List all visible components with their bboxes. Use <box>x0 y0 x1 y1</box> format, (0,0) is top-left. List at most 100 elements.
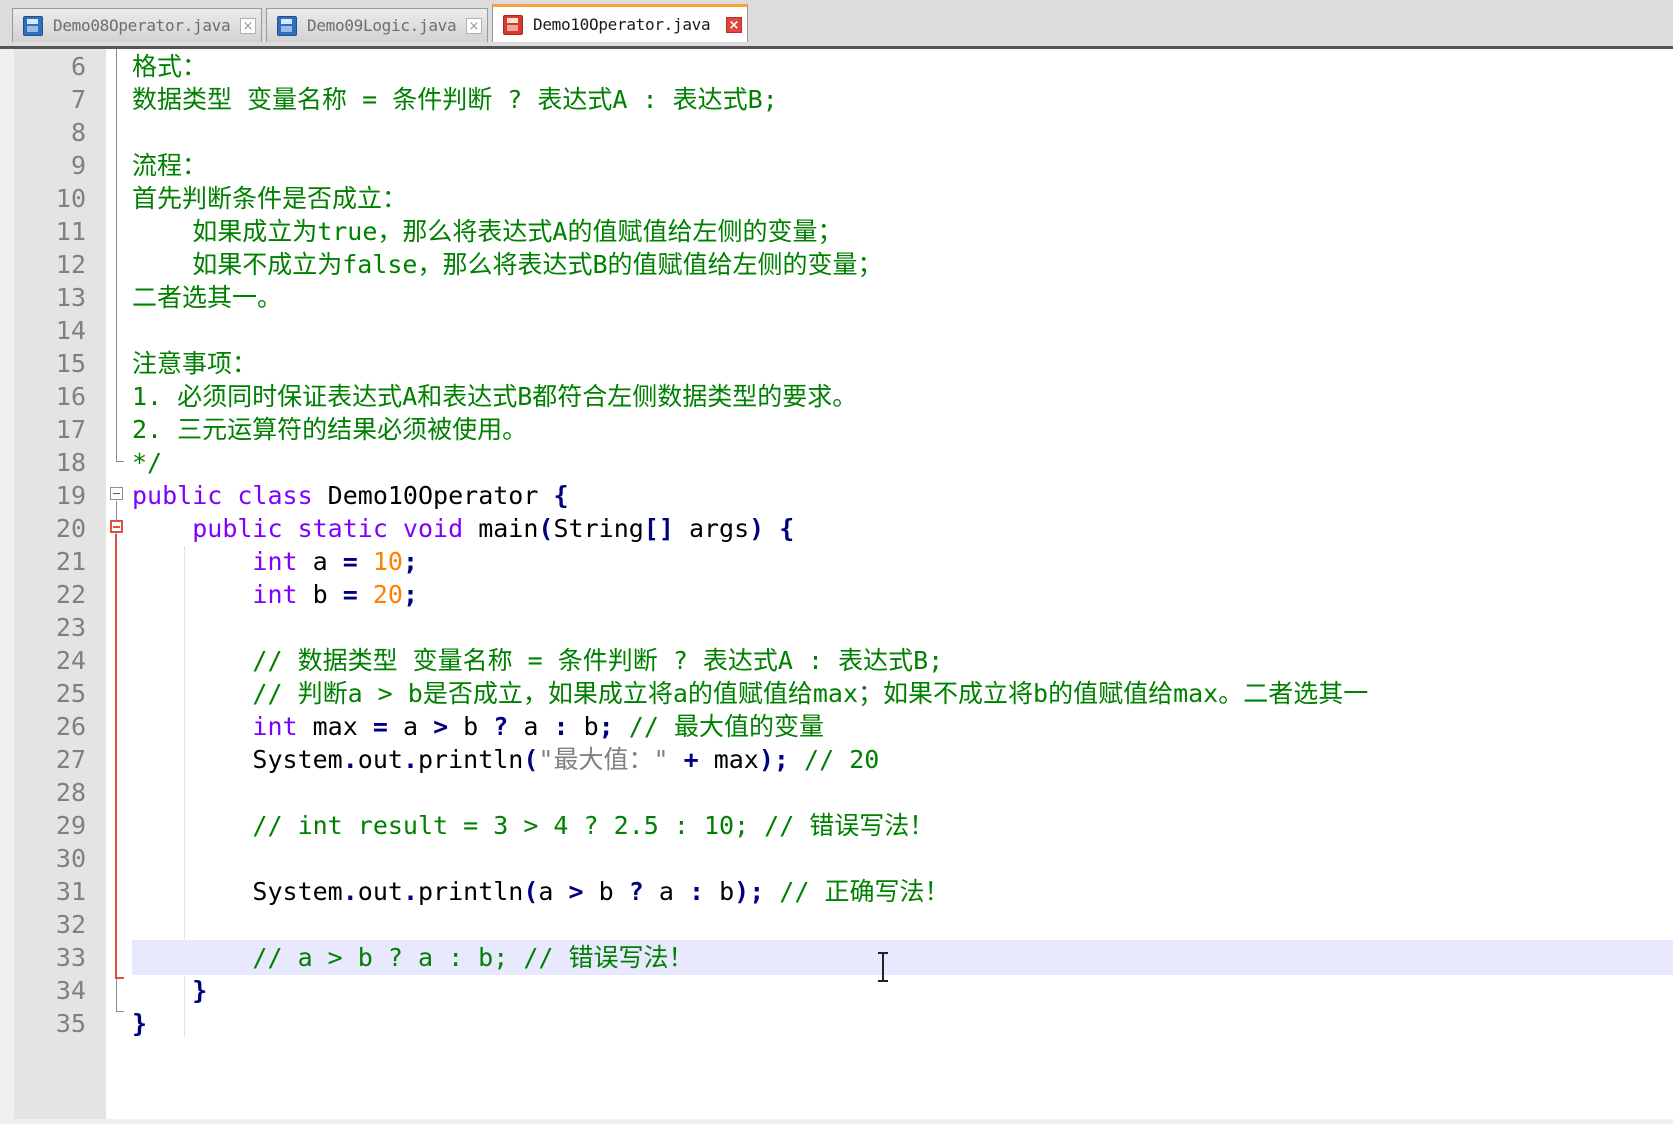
line-number: 11 <box>55 217 86 246</box>
code-line[interactable]: 28 <box>14 775 1673 810</box>
line-number: 34 <box>55 976 86 1005</box>
code-text[interactable]: 注意事项： <box>132 346 1673 381</box>
code-token: a <box>643 877 689 906</box>
code-text[interactable]: int max = a > b ? a : b; // 最大值的变量 <box>132 709 1673 744</box>
code-line[interactable]: 32 <box>14 907 1673 942</box>
code-text[interactable]: 二者选其一。 <box>132 280 1673 315</box>
code-token: = <box>342 547 358 576</box>
java-file-icon <box>23 15 43 36</box>
code-line[interactable]: 21 int a = 10; <box>14 544 1673 579</box>
code-token: "最大值：" <box>538 745 669 774</box>
code-line[interactable]: 15 注意事项： <box>14 346 1673 381</box>
code-text[interactable] <box>132 907 1673 942</box>
code-text[interactable]: int b = 20; <box>132 577 1673 612</box>
tab-demo10operator[interactable]: Demo10Operator.java × <box>492 4 748 42</box>
code-text[interactable]: // int result = 3 > 4 ? 2.5 : 10; // 错误写… <box>132 808 1673 843</box>
code-text[interactable]: } <box>132 1006 1673 1041</box>
code-line[interactable]: 26 int max = a > b ? a : b; // 最大值的变量 <box>14 709 1673 744</box>
code-text[interactable]: 如果成立为true，那么将表达式A的值赋值给左侧的变量； <box>132 214 1673 249</box>
code-line[interactable]: 25 // 判断a > b是否成立，如果成立将a的值赋值给max；如果不成立将b… <box>14 676 1673 711</box>
line-number: 18 <box>55 448 86 477</box>
code-token: main <box>463 514 539 543</box>
code-token: int <box>252 547 298 576</box>
code-text[interactable]: public static void main(String[] args) { <box>132 511 1673 546</box>
code-text[interactable]: */ <box>132 445 1673 480</box>
code-line[interactable]: 10 首先判断条件是否成立： <box>14 181 1673 216</box>
code-text[interactable]: public class Demo10Operator { <box>132 478 1673 513</box>
code-line[interactable]: 8 <box>14 115 1673 150</box>
code-text[interactable]: } <box>132 973 1673 1008</box>
code-line[interactable]: 17 2. 三元运算符的结果必须被使用。 <box>14 412 1673 447</box>
editor-window: Demo08Operator.java × Demo09Logic.java ×… <box>0 0 1673 1124</box>
code-token: max <box>297 712 373 741</box>
code-text[interactable] <box>132 115 1673 150</box>
close-icon[interactable]: × <box>240 17 256 34</box>
code-text[interactable]: System.out.println(a > b ? a : b); // 正确… <box>132 874 1673 909</box>
code-text[interactable]: 如果不成立为false，那么将表达式B的值赋值给左侧的变量； <box>132 247 1673 282</box>
tab-label: Demo08Operator.java <box>53 16 231 35</box>
code-text[interactable]: // a > b ? a : b; // 错误写法！ <box>132 940 1673 975</box>
code-line[interactable]: 18 */ <box>14 445 1673 480</box>
code-line[interactable]: 20 public static void main(String[] args… <box>14 511 1673 546</box>
line-number: 20 <box>55 514 86 543</box>
code-line[interactable]: 29 // int result = 3 > 4 ? 2.5 : 10; // … <box>14 808 1673 843</box>
code-text[interactable]: 流程： <box>132 148 1673 183</box>
tab-demo08operator[interactable]: Demo08Operator.java × <box>12 8 262 42</box>
code-line[interactable]: 30 <box>14 841 1673 876</box>
code-line[interactable]: 22 int b = 20; <box>14 577 1673 612</box>
code-line[interactable]: 16 1. 必须同时保证表达式A和表达式B都符合左侧数据类型的要求。 <box>14 379 1673 414</box>
code-line[interactable]: 14 <box>14 313 1673 348</box>
code-text[interactable]: 1. 必须同时保证表达式A和表达式B都符合左侧数据类型的要求。 <box>132 379 1673 414</box>
line-number: 14 <box>55 316 86 345</box>
code-token: System <box>132 877 343 906</box>
code-line[interactable]: 31 System.out.println(a > b ? a : b); //… <box>14 874 1673 909</box>
line-number: 19 <box>55 481 86 510</box>
tab-demo09logic[interactable]: Demo09Logic.java × <box>266 8 488 42</box>
code-editor[interactable]: 6 格式： 7 数据类型 变量名称 = 条件判断 ? 表达式A : 表达式B; 8 9 流程… <box>14 49 1673 1119</box>
code-token: 首先判断条件是否成立： <box>132 184 408 213</box>
code-line[interactable]: 35} <box>14 1006 1673 1041</box>
code-line[interactable]: 33 // a > b ? a : b; // 错误写法！ <box>14 940 1673 975</box>
code-token: a <box>387 712 434 741</box>
code-line[interactable]: 34 } <box>14 973 1673 1008</box>
code-line[interactable]: 6 格式： <box>14 49 1673 84</box>
text-cursor-icon <box>878 952 888 982</box>
code-token: 2. 三元运算符的结果必须被使用。 <box>132 415 528 444</box>
code-text[interactable]: 格式： <box>132 49 1673 84</box>
code-line[interactable]: 12 如果不成立为false，那么将表达式B的值赋值给左侧的变量； <box>14 247 1673 282</box>
code-text[interactable] <box>132 841 1673 876</box>
close-icon[interactable]: × <box>466 17 482 34</box>
code-text[interactable]: 首先判断条件是否成立： <box>132 181 1673 216</box>
code-token: 二者选其一。 <box>132 283 283 312</box>
code-token: } <box>192 976 208 1005</box>
code-text[interactable] <box>132 313 1673 348</box>
line-number: 15 <box>55 349 86 378</box>
code-text[interactable]: 2. 三元运算符的结果必须被使用。 <box>132 412 1673 447</box>
code-token: [] <box>643 514 674 543</box>
code-token: Demo10Operator <box>312 481 554 510</box>
line-number: 13 <box>55 283 86 312</box>
code-token: // 判断a > b是否成立，如果成立将a的值赋值给max；如果不成立将b的值赋… <box>132 679 1369 708</box>
code-text[interactable]: // 判断a > b是否成立，如果成立将a的值赋值给max；如果不成立将b的值赋… <box>132 676 1673 711</box>
line-number: 31 <box>55 877 86 906</box>
code-text[interactable] <box>132 775 1673 810</box>
close-icon[interactable]: × <box>726 16 742 33</box>
code-line[interactable]: 13 二者选其一。 <box>14 280 1673 315</box>
code-text[interactable]: int a = 10; <box>132 544 1673 579</box>
code-line[interactable]: 7 数据类型 变量名称 = 条件判断 ? 表达式A : 表达式B; <box>14 82 1673 117</box>
code-token: : <box>688 877 705 906</box>
code-text[interactable]: System.out.println("最大值：" + max); // 20 <box>132 742 1673 777</box>
code-text[interactable]: 数据类型 变量名称 = 条件判断 ? 表达式A : 表达式B; <box>132 82 1673 117</box>
code-line[interactable]: 23 <box>14 610 1673 645</box>
code-text[interactable]: // 数据类型 变量名称 = 条件判断 ? 表达式A : 表达式B; <box>132 643 1673 678</box>
code-line[interactable]: 27 System.out.println("最大值：" + max); // … <box>14 742 1673 777</box>
code-line[interactable]: 19 public class Demo10Operator { <box>14 478 1673 513</box>
code-text[interactable] <box>132 610 1673 645</box>
code-line[interactable]: 9 流程： <box>14 148 1673 183</box>
code-line[interactable]: 24 // 数据类型 变量名称 = 条件判断 ? 表达式A : 表达式B; <box>14 643 1673 678</box>
code-line[interactable]: 11 如果成立为true，那么将表达式A的值赋值给左侧的变量； <box>14 214 1673 249</box>
code-token: public class <box>132 481 313 510</box>
